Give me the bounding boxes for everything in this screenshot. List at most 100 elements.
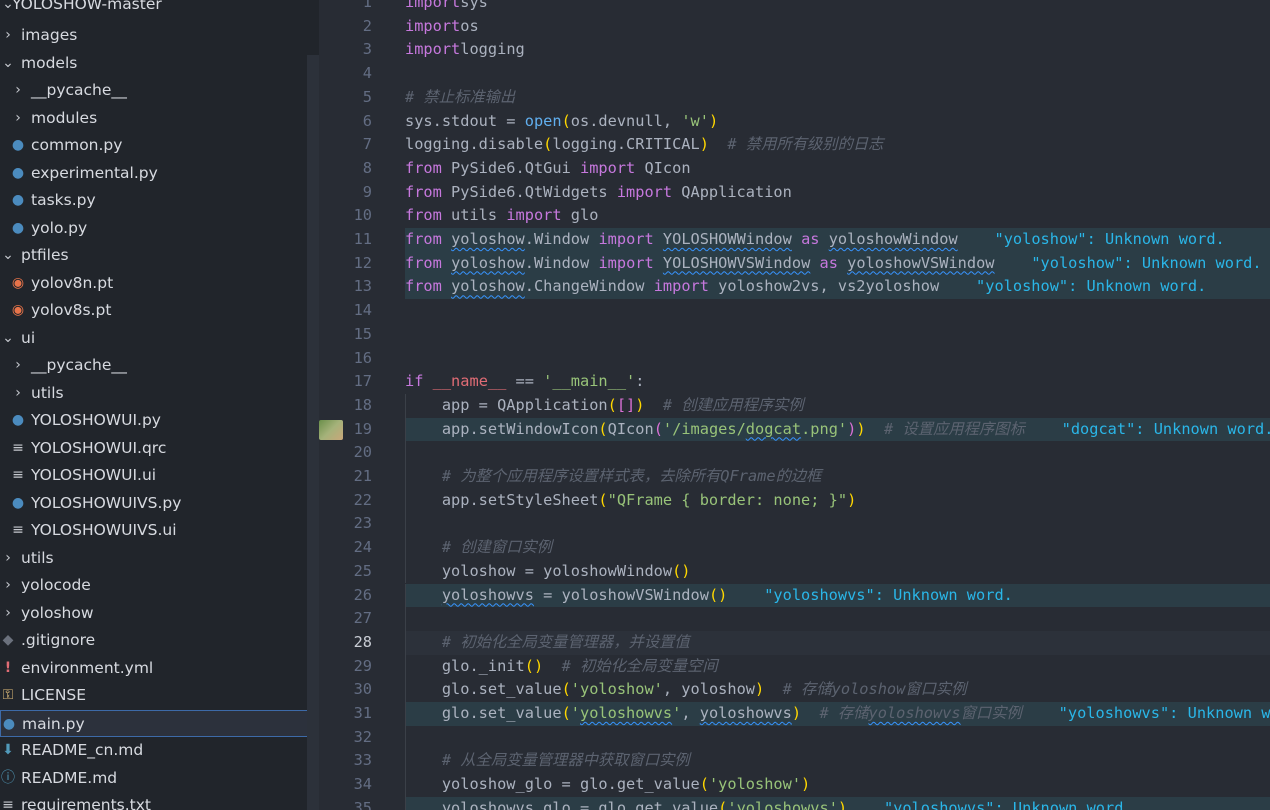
tree-item-label: yolov8n.pt: [31, 273, 114, 292]
folder-item[interactable]: ⌄ models: [0, 50, 319, 77]
code-line[interactable]: 13 from yoloshow.ChangeWindow import yolo…: [319, 275, 1270, 300]
file-item[interactable]: ● yolo.py: [0, 215, 319, 242]
code-line[interactable]: 1 importsys: [319, 0, 1270, 15]
code-line[interactable]: 24 # 创建窗口实例: [319, 536, 1270, 560]
code-token: ): [708, 111, 719, 130]
code-line[interactable]: 30 glo.set_value('yoloshow', yoloshow) #…: [319, 678, 1270, 702]
folder-item[interactable]: ⌄ ui: [0, 325, 319, 352]
yaml-file-icon: !: [4, 659, 12, 676]
code-line[interactable]: 27: [319, 607, 1270, 631]
code-line[interactable]: 33 # 从全局变量管理器中获取窗口实例: [319, 749, 1270, 774]
code-token: __name__: [432, 372, 507, 391]
code-token: # 设置应用程序图标: [883, 419, 1025, 438]
code-line[interactable]: 10 from utils import glo: [319, 204, 1270, 228]
file-item[interactable]: ● tasks.py: [0, 187, 319, 214]
folder-item[interactable]: › utils: [0, 380, 319, 407]
python-file-icon: ●: [11, 192, 25, 208]
code-token: ): [847, 490, 857, 509]
line-number: 7: [362, 135, 372, 154]
code-token: (: [607, 395, 617, 414]
folder-item[interactable]: › utils: [0, 545, 319, 572]
folder-item[interactable]: › yolocode: [0, 572, 319, 599]
line-number: 8: [362, 158, 372, 177]
code-line[interactable]: 23: [319, 512, 1270, 537]
file-item[interactable]: ⓘ README.md: [0, 765, 319, 792]
folder-item[interactable]: › images: [0, 22, 319, 49]
code-line[interactable]: 26 yoloshowvs = yoloshowVSWindow() "yolo…: [319, 583, 1270, 608]
explorer-root-folder[interactable]: ⌄ YOLOSHOW-master: [0, 0, 319, 18]
code-line[interactable]: 4: [319, 62, 1270, 86]
code-line[interactable]: 12 from yoloshow.Window import YOLOSHOWVS…: [319, 251, 1270, 276]
chevron-down-icon: ⌄: [2, 247, 14, 263]
git-file-icon: ◆: [2, 632, 14, 648]
code-line[interactable]: 18 app = QApplication([]) # 创建应用程序实例: [319, 393, 1270, 418]
code-line[interactable]: 17 if __name__ == '__main__':: [319, 370, 1270, 394]
code-token: dogcat: [745, 419, 802, 438]
file-item[interactable]: ! environment.yml: [0, 655, 319, 682]
code-token: logging.CRITICAL: [552, 135, 700, 154]
code-line[interactable]: 6 sys.stdout = open(os.devnull, 'w'): [319, 110, 1270, 134]
folder-item[interactable]: › __pycache__: [0, 77, 319, 104]
code-line[interactable]: 32: [319, 725, 1270, 750]
tree-item-label: YOLOSHOWUI.qrc: [31, 438, 167, 457]
file-item[interactable]: ≡ YOLOSHOWUI.qrc: [0, 435, 319, 462]
folder-item[interactable]: › __pycache__: [0, 352, 319, 379]
file-item[interactable]: ≡ YOLOSHOWUIVS.ui: [0, 517, 319, 544]
line-number: 29: [353, 656, 372, 675]
code-line[interactable]: 15: [319, 323, 1270, 347]
code-line[interactable]: 29 glo._init() # 初始化全局变量空间: [319, 654, 1270, 679]
code-text: # 禁止标准输出: [405, 86, 515, 110]
code-line[interactable]: 14: [319, 299, 1270, 323]
code-line[interactable]: 3 importlogging: [319, 38, 1270, 62]
code-line[interactable]: 20: [319, 441, 1270, 465]
code-line[interactable]: 19 app.setWindowIcon(QIcon('/images/dogc…: [319, 417, 1270, 442]
file-item[interactable]: ≡ YOLOSHOWUI.ui: [0, 462, 319, 489]
file-item[interactable]: ◆ .gitignore: [0, 627, 319, 654]
folder-item[interactable]: ⌄ ptfiles: [0, 242, 319, 269]
code-editor[interactable]: 1 importsys 2 importos 3 importlogging 4 5 # 禁止标…: [319, 0, 1270, 810]
line-number: 12: [353, 253, 372, 272]
code-text: # 从全局变量管理器中获取窗口实例: [405, 749, 690, 773]
folder-item[interactable]: › yoloshow: [0, 600, 319, 627]
code-token: (: [598, 490, 608, 509]
code-token: yoloshowvs_glo: [441, 798, 571, 810]
code-token: from: [405, 230, 442, 248]
code-line[interactable]: 9 from PySide6.QtWidgets import QApplicat…: [319, 181, 1270, 205]
explorer-scrollbar[interactable]: [307, 55, 319, 810]
file-item[interactable]: ◉ yolov8s.pt: [0, 297, 319, 324]
code-line[interactable]: 7 logging.disable(logging.CRITICAL) # 禁用所…: [319, 133, 1270, 157]
code-line[interactable]: 5 # 禁止标准输出: [319, 86, 1270, 110]
file-item[interactable]: ⚿ LICENSE: [0, 682, 319, 709]
code-line[interactable]: 16: [319, 347, 1270, 371]
code-line[interactable]: 22 app.setStyleSheet("QFrame { border: n…: [319, 488, 1270, 513]
file-item[interactable]: ● YOLOSHOWUIVS.py: [0, 490, 319, 517]
tree-item-label: requirements.txt: [21, 796, 151, 810]
code-line[interactable]: 2 importos: [319, 15, 1270, 39]
file-item[interactable]: ● YOLOSHOWUI.py: [0, 407, 319, 434]
code-line[interactable]: 11 from yoloshow.Window import YOLOSHOWWi…: [319, 228, 1270, 252]
file-item[interactable]: ● common.py: [0, 132, 319, 159]
code-text: from utils import glo: [405, 204, 598, 228]
code-line[interactable]: 25 yoloshow = yoloshowWindow(): [319, 559, 1270, 584]
code-token: .ChangeWindow: [524, 277, 654, 296]
code-line[interactable]: 35 yoloshowvs_glo = glo.get_value('yolos…: [319, 796, 1270, 810]
code-line[interactable]: 28 # 初始化全局变量管理器，并设置值: [319, 630, 1270, 655]
line-number: 30: [353, 680, 372, 699]
code-token: from: [405, 158, 442, 177]
code-line[interactable]: 34 yoloshow_glo = glo.get_value('yolosho…: [319, 773, 1270, 797]
file-item[interactable]: ⬇ README_cn.md: [0, 737, 319, 764]
code-token: .png': [801, 419, 848, 438]
file-item[interactable]: ≡ requirements.txt: [0, 792, 319, 810]
file-item[interactable]: ● experimental.py: [0, 160, 319, 187]
file-item[interactable]: ◉ yolov8n.pt: [0, 270, 319, 297]
code-line[interactable]: 31 glo.set_value('yoloshowvs', yoloshowv…: [319, 702, 1270, 726]
code-line[interactable]: 21 # 为整个应用程序设置样式表，去除所有QFrame的边框: [319, 465, 1270, 489]
code-line[interactable]: 8 from PySide6.QtGui import QIcon: [319, 157, 1270, 181]
file-item[interactable]: ● main.py: [0, 709, 319, 737]
folder-item[interactable]: › modules: [0, 105, 319, 132]
code-token: (: [718, 798, 728, 810]
